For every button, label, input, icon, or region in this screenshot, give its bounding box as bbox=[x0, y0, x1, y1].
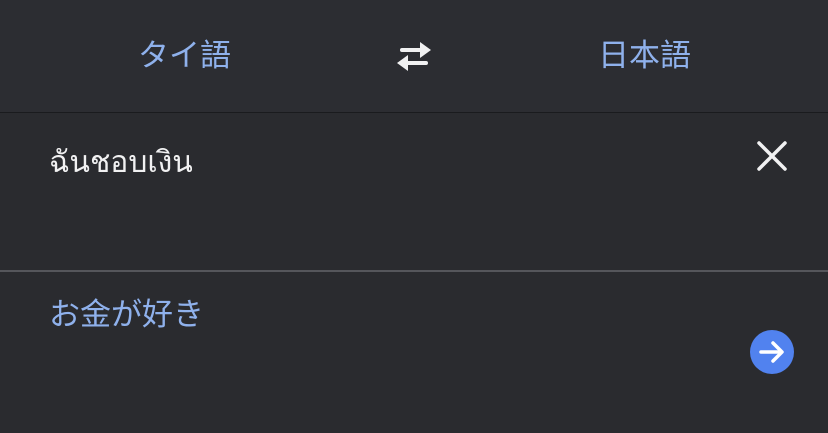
source-text-input-area[interactable]: ฉันชอบเงิน bbox=[0, 113, 828, 272]
clear-button[interactable] bbox=[754, 138, 790, 174]
target-language-button[interactable]: 日本語 bbox=[598, 34, 691, 78]
arrow-right-circle-icon bbox=[759, 341, 784, 363]
translation-output-area: お金が好き bbox=[0, 272, 828, 433]
open-translation-button[interactable] bbox=[750, 330, 794, 374]
translated-text: お金が好き bbox=[49, 297, 204, 333]
swap-languages-button[interactable] bbox=[394, 38, 434, 74]
translate-panel: タイ語 日本語 ฉันชอบเงิน お金が好き bbox=[0, 0, 828, 433]
language-selector-bar: タイ語 日本語 bbox=[0, 0, 828, 113]
close-icon bbox=[757, 141, 787, 171]
source-text[interactable]: ฉันชอบเงิน bbox=[49, 143, 193, 183]
source-language-button[interactable]: タイ語 bbox=[138, 34, 231, 78]
swap-arrows-icon bbox=[397, 42, 431, 71]
